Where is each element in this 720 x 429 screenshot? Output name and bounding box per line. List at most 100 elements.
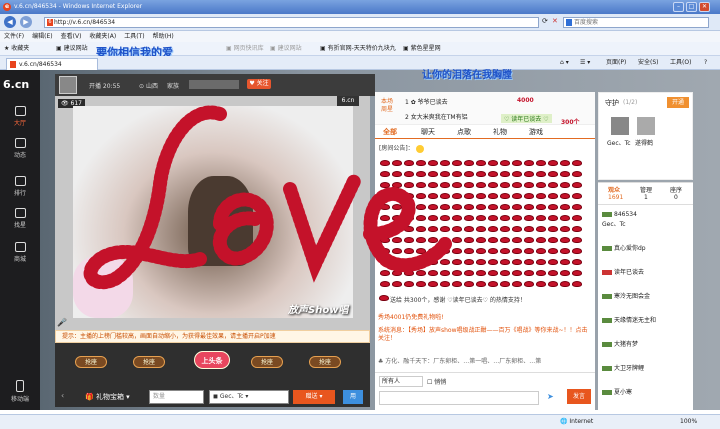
audience-item[interactable]: 大猪有梦	[602, 339, 638, 348]
lip-gift-icon	[500, 258, 510, 265]
tab-all[interactable]: 全部	[383, 125, 397, 139]
toolbar-page[interactable]: 页面(P)	[606, 56, 626, 70]
rank-entry-1[interactable]: 1 ✿ 爷爷已谈去	[405, 97, 448, 106]
audience-item[interactable]: 大卫牙牌鲤	[602, 363, 644, 372]
address-bar: ◀ ▶ 6 http://v.6.cn/846534 ⟳ ✕ 百度搜索	[0, 14, 720, 31]
nav-ranking[interactable]: 排行	[0, 176, 40, 197]
send-plane-icon[interactable]: ➤	[547, 392, 554, 401]
follow-button[interactable]: ♥ 关注	[247, 79, 271, 89]
chat-message-2: 系统消息：【秀场】放声show唱级战正酣——百万《唱战》等你来战~！！点击关注！	[378, 327, 588, 342]
close-button[interactable]: ✕	[699, 2, 710, 12]
forward-button[interactable]: ▶	[20, 16, 32, 28]
nav-dynamics[interactable]: 动态	[0, 138, 40, 159]
chat-input[interactable]	[379, 391, 539, 405]
back-button[interactable]: ◀	[4, 16, 16, 28]
fav-suggested-sites[interactable]: ▣ 建议网站	[56, 42, 88, 56]
lip-gift-icon	[464, 247, 474, 254]
audience-item[interactable]: 夏小寒	[602, 387, 632, 396]
nav-find-star[interactable]: 找星	[0, 208, 40, 229]
tab-game[interactable]: 游戏	[529, 125, 543, 139]
quantity-input[interactable]: 数量	[149, 390, 204, 404]
fav-suggested-sites-2[interactable]: ▣ 建议网站	[270, 42, 302, 56]
headline-button[interactable]: 上头条	[194, 351, 230, 369]
menu-help[interactable]: 帮助(H)	[153, 31, 174, 42]
lip-gift-icon	[536, 159, 546, 166]
tab-chat[interactable]: 聊天	[421, 125, 435, 139]
rank-entry-2[interactable]: 2 女大米爽我在TM有铝	[405, 112, 468, 121]
menu-edit[interactable]: 编辑(E)	[32, 31, 52, 42]
open-guard-button[interactable]: 开通	[667, 97, 689, 108]
send-gift-button[interactable]: 赠送 ▾	[293, 390, 335, 404]
chat-target-select[interactable]: 所有人	[379, 376, 423, 387]
audience-item[interactable]: 846534	[602, 211, 637, 218]
menu-view[interactable]: 查看(V)	[61, 31, 82, 42]
menu-file[interactable]: 文件(F)	[4, 31, 24, 42]
lip-gift-icon	[404, 214, 414, 221]
tab-song[interactable]: 点歌	[457, 125, 471, 139]
nav-mobile[interactable]: 移动端	[0, 380, 40, 403]
lip-gift-icon	[440, 236, 450, 243]
whisper-checkbox[interactable]: ☐ 悄悄	[427, 377, 446, 386]
lip-gift-icon	[476, 214, 486, 221]
grab-seat-button-1[interactable]: 抢座	[75, 356, 107, 368]
lip-gift-icon	[560, 192, 570, 199]
favorites-button[interactable]: ★ 收藏夹	[4, 42, 29, 56]
search-input[interactable]: 百度搜索	[563, 17, 709, 28]
live-video[interactable]: 放声Show唱	[73, 106, 353, 318]
fav-youzhe[interactable]: ▣ 有折官网-天天特价九块九	[320, 42, 396, 56]
menu-tools[interactable]: 工具(T)	[124, 31, 144, 42]
refresh-icon[interactable]: ⟳	[542, 17, 548, 25]
toolbar-tools[interactable]: 工具(O)	[670, 56, 691, 70]
fav-purple-star[interactable]: ▣ 紫色星星网	[403, 42, 441, 56]
url-text: http://v.6.cn/846534	[54, 19, 116, 26]
anchor-avatar[interactable]	[59, 76, 77, 94]
lip-gift-icon	[572, 247, 582, 254]
help-icon[interactable]: ?	[704, 56, 707, 70]
lip-gift-icon	[476, 258, 486, 265]
lip-gift-icon	[476, 236, 486, 243]
recipient-select[interactable]: ◼ Gec、Tc ▾	[209, 390, 289, 404]
audience-item[interactable]: 读年已谈去	[602, 267, 644, 276]
notice-text: 提示：主播的上榜门槛较高，画面自动缩小，为获得最佳效果，请主播开启P加速	[62, 333, 276, 340]
prev-arrow-icon[interactable]: ‹	[61, 391, 64, 400]
menu-favorites[interactable]: 收藏夹(A)	[89, 31, 116, 42]
chat-send-button[interactable]: 发言	[567, 389, 591, 404]
tab-gift[interactable]: 礼物	[493, 125, 507, 139]
grab-seat-button-3[interactable]: 抢座	[251, 356, 283, 368]
lip-gift-icon	[440, 159, 450, 166]
site-logo[interactable]: 6.cn	[3, 78, 37, 94]
grab-seat-button-2[interactable]: 抢座	[133, 356, 165, 368]
audience-item[interactable]: Gec、Tc	[602, 219, 626, 228]
toolbar-safety[interactable]: 安全(S)	[638, 56, 659, 70]
zoom-level[interactable]: 100%	[680, 415, 697, 429]
lip-gift-icon	[500, 159, 510, 166]
gift-box-button[interactable]: 🎁 礼物宝箱 ▾	[85, 390, 130, 404]
tab-current[interactable]: v.6.cn/846534	[6, 58, 98, 70]
use-button[interactable]: 用	[343, 390, 363, 404]
guard-title: 守护	[605, 99, 619, 107]
nav-mall[interactable]: 商城	[0, 242, 40, 263]
grab-seat-button-4[interactable]: 抢座	[309, 356, 341, 368]
lip-gift-icon	[428, 181, 438, 188]
stop-icon[interactable]: ✕	[552, 17, 558, 25]
mic-icon[interactable]: 🎤	[57, 318, 67, 327]
fav-web-slices[interactable]: ▣ 网页快讯库	[226, 42, 264, 56]
audience-item[interactable]: 真心爱你dp	[602, 243, 646, 252]
chat-input-area: 所有人 ☐ 悄悄 ➤ 发言	[375, 372, 595, 410]
home-icon[interactable]: ⌂ ▾	[560, 56, 569, 70]
audience-item[interactable]: 寒泠无图会金	[602, 291, 650, 300]
feeds-icon[interactable]: ☰ ▾	[580, 56, 590, 70]
guard-avatar-2[interactable]	[637, 117, 655, 135]
tab-seats[interactable]: 座序	[670, 185, 682, 194]
audience-item[interactable]: 天缘情迷无主和	[602, 315, 656, 324]
lip-gift-icon	[452, 203, 462, 210]
nav-hall[interactable]: 大厅	[0, 106, 40, 127]
maximize-button[interactable]: □	[686, 2, 697, 12]
lip-gift-icon	[512, 181, 522, 188]
tab-admin[interactable]: 管理	[640, 185, 652, 194]
lip-gift-icon	[500, 170, 510, 177]
guard-avatar-1[interactable]	[611, 117, 629, 135]
url-field[interactable]: 6 http://v.6.cn/846534	[44, 17, 539, 28]
tab-audience[interactable]: 观众	[608, 185, 620, 194]
minimize-button[interactable]: –	[673, 2, 684, 12]
